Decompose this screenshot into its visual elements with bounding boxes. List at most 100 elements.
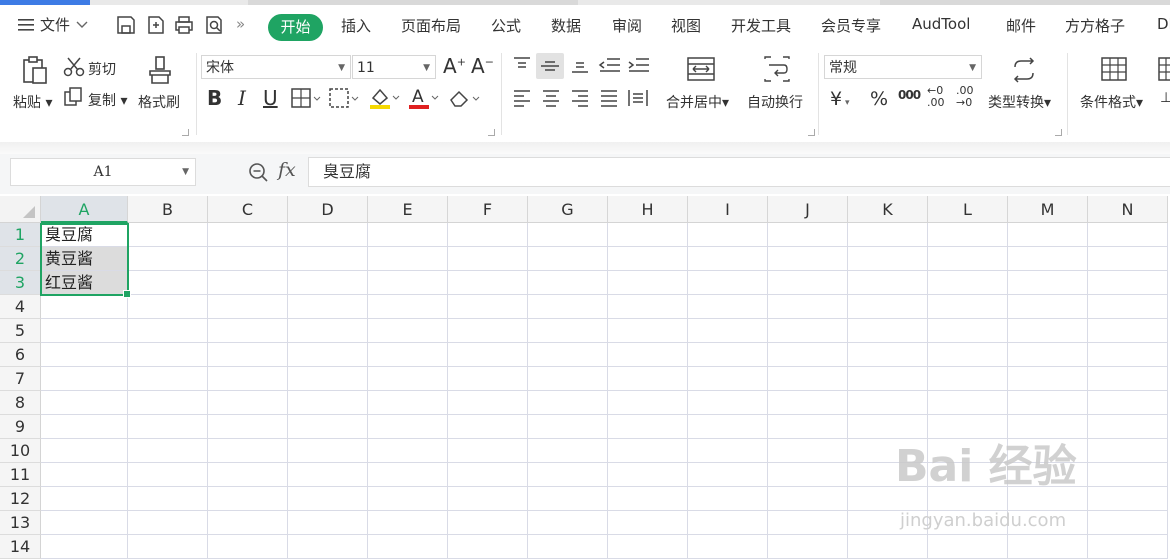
tab-formulas[interactable]: 公式 [491,15,521,36]
tab-di[interactable]: DI [1157,15,1170,33]
cell-g11[interactable] [528,463,608,487]
increase-indent-icon[interactable] [627,56,651,74]
font-name-select[interactable]: 宋体 ▼ [201,55,351,79]
cell-i5[interactable] [688,319,768,343]
cell-h2[interactable] [608,247,688,271]
merge-center-button[interactable]: 合并居中▾ [666,92,729,112]
cell-g13[interactable] [528,511,608,535]
cell-j9[interactable] [768,415,848,439]
cell-l3[interactable] [928,271,1008,295]
cell-i11[interactable] [688,463,768,487]
cell-b12[interactable] [128,487,208,511]
cell-m1[interactable] [1008,223,1088,247]
decrease-font-icon[interactable]: A− [471,54,494,78]
cell-c1[interactable] [208,223,288,247]
cell-j12[interactable] [768,487,848,511]
alignment-dialog-launcher[interactable] [808,129,815,136]
italic-icon[interactable]: I [238,86,246,110]
cell-a13[interactable] [41,511,128,535]
border-icon[interactable] [291,88,321,108]
tab-data[interactable]: 数据 [551,15,581,36]
cell-l5[interactable] [928,319,1008,343]
cell-n6[interactable] [1088,343,1168,367]
cell-c14[interactable] [208,535,288,559]
scissors-icon[interactable] [63,56,85,78]
cell-l7[interactable] [928,367,1008,391]
cell-f5[interactable] [448,319,528,343]
cell-c8[interactable] [208,391,288,415]
cell-d7[interactable] [288,367,368,391]
cell-e4[interactable] [368,295,448,319]
column-header-i[interactable]: I [688,196,768,223]
tab-mail[interactable]: 邮件 [1006,15,1036,36]
cell-c11[interactable] [208,463,288,487]
cell-i13[interactable] [688,511,768,535]
cell-b1[interactable] [128,223,208,247]
type-convert-icon[interactable] [1010,57,1038,83]
cell-c12[interactable] [208,487,288,511]
cell-b13[interactable] [128,511,208,535]
cell-j14[interactable] [768,535,848,559]
decrease-indent-icon[interactable] [598,56,622,74]
tab-fangfang[interactable]: 方方格子 [1065,15,1125,36]
cell-j11[interactable] [768,463,848,487]
tab-insert[interactable]: 插入 [341,15,371,36]
cell-j8[interactable] [768,391,848,415]
row-header-12[interactable]: 12 [0,487,41,511]
cell-g12[interactable] [528,487,608,511]
cell-n13[interactable] [1088,511,1168,535]
select-all-corner[interactable] [0,196,41,223]
align-bottom-icon[interactable] [570,56,590,74]
eraser-icon[interactable] [448,88,480,108]
cell-h6[interactable] [608,343,688,367]
cell-d3[interactable] [288,271,368,295]
row-header-8[interactable]: 8 [0,391,41,415]
cell-i4[interactable] [688,295,768,319]
cell-f8[interactable] [448,391,528,415]
save-icon[interactable] [115,14,137,36]
cell-g8[interactable] [528,391,608,415]
row-header-9[interactable]: 9 [0,415,41,439]
cell-a5[interactable] [41,319,128,343]
cell-g10[interactable] [528,439,608,463]
export-icon[interactable] [145,14,167,36]
cell-g9[interactable] [528,415,608,439]
cell-f13[interactable] [448,511,528,535]
cell-e11[interactable] [368,463,448,487]
cell-j7[interactable] [768,367,848,391]
row-header-7[interactable]: 7 [0,367,41,391]
cell-c4[interactable] [208,295,288,319]
cell-n14[interactable] [1088,535,1168,559]
cell-l1[interactable] [928,223,1008,247]
cell-h5[interactable] [608,319,688,343]
cell-h12[interactable] [608,487,688,511]
cell-c10[interactable] [208,439,288,463]
cell-style-icon[interactable] [329,88,359,108]
cell-f7[interactable] [448,367,528,391]
cell-l6[interactable] [928,343,1008,367]
cell-n5[interactable] [1088,319,1168,343]
cell-m8[interactable] [1008,391,1088,415]
cell-j6[interactable] [768,343,848,367]
fill-color-icon[interactable] [368,86,400,110]
cell-a9[interactable] [41,415,128,439]
tab-developer[interactable]: 开发工具 [731,15,791,36]
cell-l8[interactable] [928,391,1008,415]
cell-l2[interactable] [928,247,1008,271]
cell-n12[interactable] [1088,487,1168,511]
cell-h10[interactable] [608,439,688,463]
type-convert-button[interactable]: 类型转换▾ [988,92,1051,112]
number-dialog-launcher[interactable] [1055,129,1062,136]
cell-h4[interactable] [608,295,688,319]
format-painter-icon[interactable] [147,55,173,85]
cell-h7[interactable] [608,367,688,391]
cell-m6[interactable] [1008,343,1088,367]
cell-d2[interactable] [288,247,368,271]
cell-b10[interactable] [128,439,208,463]
cell-m2[interactable] [1008,247,1088,271]
cell-k4[interactable] [848,295,928,319]
cell-e3[interactable] [368,271,448,295]
cell-a4[interactable] [41,295,128,319]
table-style-icon[interactable] [1158,56,1170,82]
wrap-text-button[interactable]: 自动换行 [747,92,803,112]
